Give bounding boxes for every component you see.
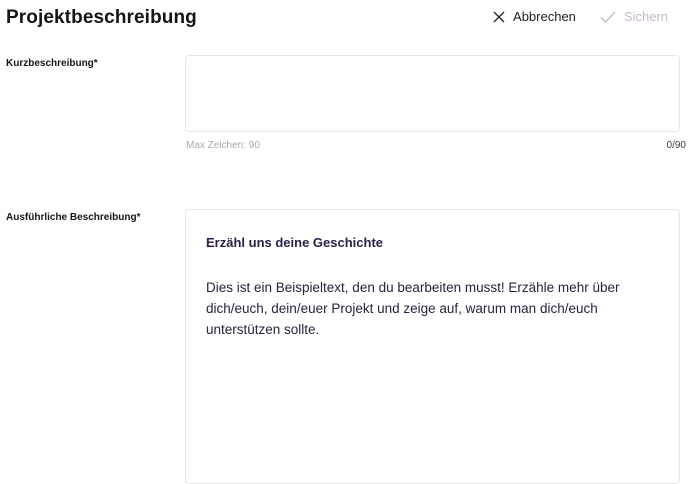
max-characters-hint: Max Zeichen: 90 xyxy=(186,140,260,151)
cancel-button-label: Abbrechen xyxy=(513,9,576,24)
checkmark-icon xyxy=(600,11,616,23)
short-description-input[interactable] xyxy=(186,56,679,131)
short-description-label: Kurzbeschreibung* xyxy=(6,58,98,69)
editor-body-text: Dies ist ein Beispieltext, den du bearbe… xyxy=(206,280,620,337)
long-description-label: Ausführliche Beschreibung* xyxy=(6,212,141,223)
form-header: Projektbeschreibung Abbrechen Sichern xyxy=(6,0,690,38)
close-icon xyxy=(493,11,505,23)
long-description-editor[interactable]: Erzähl uns deine Geschichte Dies ist ein… xyxy=(185,209,680,484)
page-title: Projektbeschreibung xyxy=(6,7,197,28)
editor-heading: Erzähl uns deine Geschichte xyxy=(206,235,383,250)
header-actions: Abbrechen Sichern xyxy=(493,9,668,24)
short-description-field[interactable] xyxy=(185,55,680,132)
cancel-button[interactable]: Abbrechen xyxy=(493,9,576,24)
save-button-label: Sichern xyxy=(623,9,668,24)
character-counter: 0/90 xyxy=(666,140,686,151)
save-button[interactable]: Sichern xyxy=(600,9,668,24)
